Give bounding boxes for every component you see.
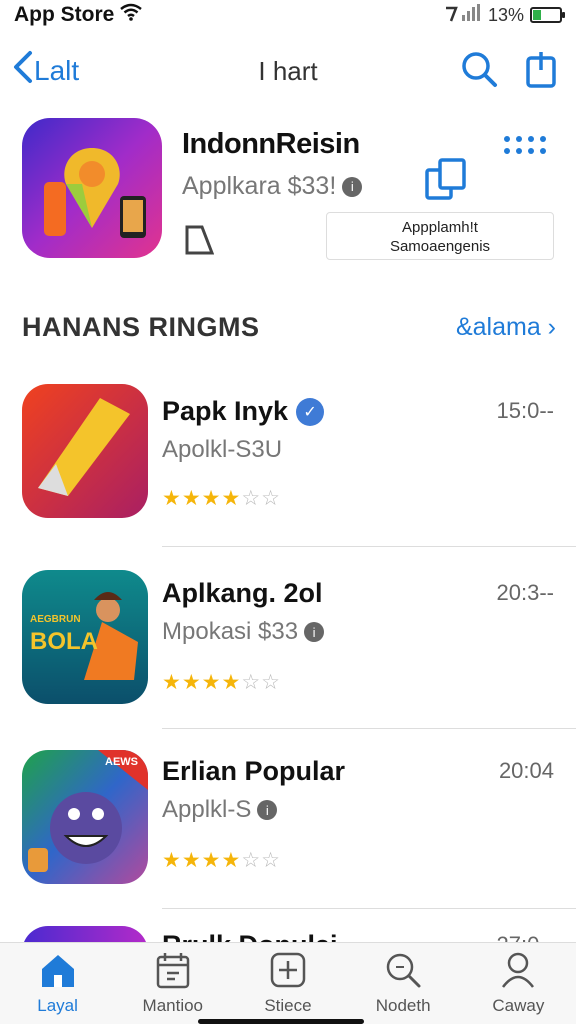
tab-label: Mantioo	[142, 996, 204, 1015]
get-button[interactable]: Appplamh!t Samoaengenis	[326, 212, 554, 260]
home-indicator	[198, 1019, 364, 1024]
see-all-label: &alama	[455, 313, 541, 341]
featured-app-name: IndonnReisin	[182, 128, 360, 160]
home-icon	[38, 951, 78, 994]
list-item[interactable]: Papk Inyk ✓ Apolkl-S3U ★ ★ ★ ★ ☆ ☆ 15:0--	[0, 384, 576, 564]
list-item[interactable]: AEGBRUN BOLA Aplkang. 2ol Mpokasi $33 i …	[0, 570, 576, 750]
bookmark-icon[interactable]	[184, 224, 215, 261]
rating-stars: ★ ★ ★ ★ ☆ ☆	[162, 671, 280, 694]
wifi-icon	[120, 3, 143, 27]
divider	[162, 908, 576, 909]
status-bar: App Store 13%	[0, 0, 576, 30]
list-item[interactable]: Rrulk Donulai 27:0--	[0, 926, 576, 942]
list-item[interactable]: AEWS Erlian Popular Applkl-S i ★ ★ ★ ★ ☆ ☆ 20…	[0, 750, 576, 930]
tab-nodeth[interactable]: Nodeth	[353, 943, 453, 1024]
info-icon: i	[342, 176, 363, 197]
signal-icon	[444, 3, 482, 27]
tab-label: Caway	[492, 996, 545, 1015]
app-time: 15:0--	[496, 398, 554, 423]
tab-stiece[interactable]: Stiece	[238, 943, 338, 1024]
app-name: Aplkang. 2ol	[162, 578, 323, 608]
app-icon	[22, 926, 148, 942]
tab-label: Stiece	[264, 996, 312, 1015]
app-time: 20:04	[498, 758, 554, 783]
app-name: Rrulk Donulai	[162, 930, 338, 942]
app-icon	[22, 384, 148, 518]
app-icon: AEWS	[22, 750, 148, 884]
tab-mantioo[interactable]: Mantioo	[123, 943, 223, 1024]
battery-percent: 13%	[487, 4, 524, 25]
divider	[162, 728, 576, 729]
app-time: 27:0--	[497, 932, 554, 942]
info-icon: i	[257, 800, 278, 820]
battery-icon	[530, 7, 565, 23]
get-button-line2: Samoaengenis	[389, 238, 491, 255]
nav-bar: Lalt I hart	[0, 40, 576, 104]
app-subtitle: Mpokasi $33	[162, 618, 299, 645]
tab-bar: Layal Mantioo Stiece Nodeth Caway	[0, 942, 576, 1024]
search-icon[interactable]	[460, 50, 498, 93]
featured-app-icon	[22, 118, 162, 258]
share-icon[interactable]	[524, 50, 558, 93]
app-name: Papk Inyk	[162, 396, 289, 426]
tab-label: Layal	[37, 996, 78, 1015]
tab-layal[interactable]: Layal	[8, 943, 108, 1024]
status-app-name: App Store	[14, 3, 115, 26]
app-icon-badge: AEWS	[105, 756, 138, 768]
person-icon	[499, 951, 537, 994]
rating-stars: ★ ★ ★ ★ ☆ ☆	[162, 487, 280, 510]
get-button-line1: Appplamh!t	[402, 219, 478, 236]
add-square-icon	[269, 951, 307, 994]
featured-app-subtitle: Applkara $33!	[182, 172, 337, 200]
calendar-icon	[155, 951, 191, 994]
tab-caway[interactable]: Caway	[468, 943, 568, 1024]
verified-icon: ✓	[296, 397, 325, 426]
section-header: HANANS RINGMS &alama ›	[22, 312, 556, 343]
more-options-icon[interactable]	[504, 136, 548, 154]
see-all-link[interactable]: &alama ›	[456, 313, 556, 342]
search-icon	[384, 951, 422, 994]
app-icon: AEGBRUN BOLA	[22, 570, 148, 704]
app-subtitle: Apolkl-S3U	[162, 436, 283, 463]
app-icon-title: BOLA	[30, 628, 98, 655]
rating-stars: ★ ★ ★ ★ ☆ ☆	[162, 849, 280, 872]
divider	[162, 546, 576, 547]
copy-icon[interactable]	[424, 156, 468, 207]
app-icon-caption: AEGBRUN	[30, 614, 81, 625]
tab-label: Nodeth	[375, 996, 431, 1015]
featured-app[interactable]: IndonnReisin Applkara $33! i Appplamh!t …	[0, 112, 576, 282]
app-time: 20:3--	[496, 580, 554, 605]
info-icon: i	[304, 622, 325, 642]
app-subtitle: Applkl-S	[162, 796, 252, 823]
app-name: Erlian Popular	[162, 756, 346, 786]
section-title: HANANS RINGMS	[22, 312, 260, 342]
